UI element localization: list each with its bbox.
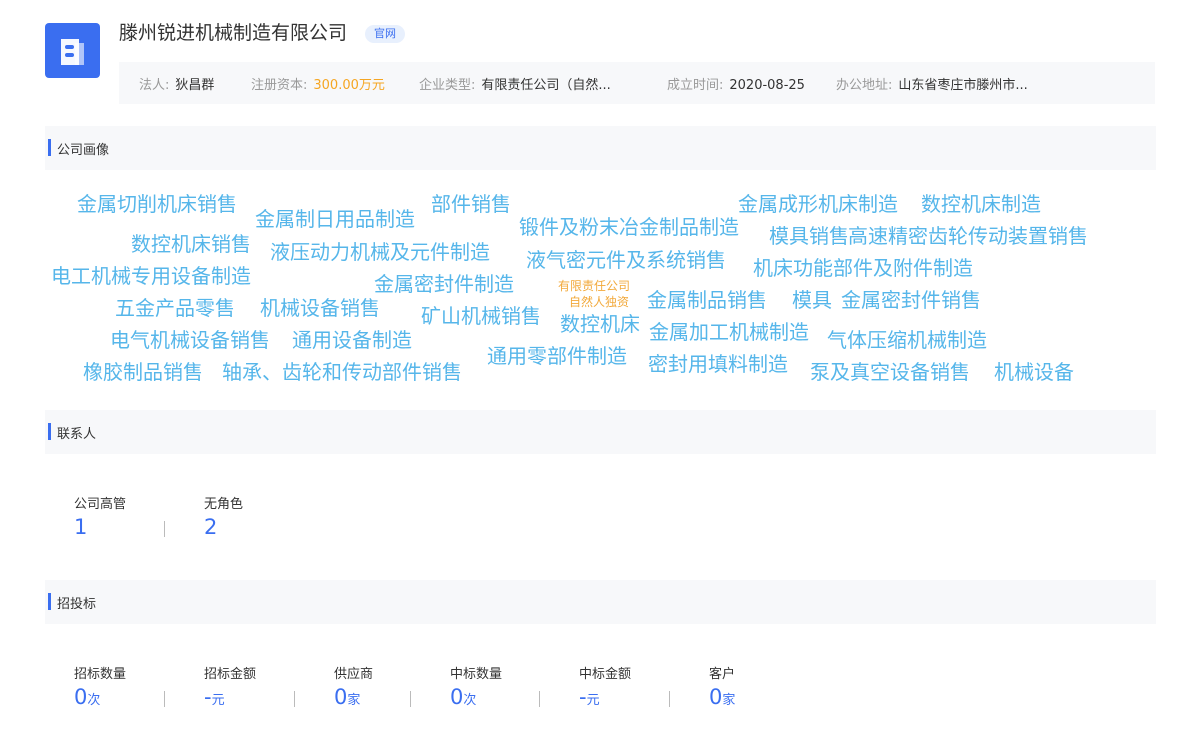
info-label: 办公地址: — [836, 78, 893, 93]
stat-unit: 家 — [722, 693, 736, 708]
cloud-word: 五金产品零售 — [115, 296, 235, 320]
divider — [164, 691, 165, 707]
stat-award-amount[interactable]: 中标金额 -元 — [579, 663, 631, 709]
divider — [294, 691, 295, 707]
stat-unit: 元 — [211, 693, 225, 708]
cloud-word: 液压动力机械及元件制造 — [270, 240, 490, 264]
stat-no-role[interactable]: 无角色 2 — [204, 493, 243, 539]
section-header-contacts: 联系人 — [45, 410, 1156, 454]
section-accent-bar — [48, 593, 51, 610]
stat-tender-amount[interactable]: 招标金额 -元 — [204, 663, 256, 709]
cloud-word-highlight: 有限责任公司 — [558, 279, 631, 293]
cloud-word: 金属切削机床销售 — [77, 192, 237, 216]
cloud-word: 金属成形机床制造 — [738, 192, 898, 216]
info-value: 有限责任公司（自然... — [481, 78, 611, 93]
stat-value: 0 — [709, 685, 723, 709]
info-value: 2020-08-25 — [729, 78, 805, 93]
cloud-word: 金属密封件制造 — [374, 272, 514, 296]
cloud-word: 锻件及粉末冶金制品制造 — [519, 215, 739, 239]
company-info-bar: 法人: 狄昌群 注册资本: 300.00万元 企业类型: 有限责任公司（自然... 成… — [119, 62, 1155, 104]
stat-label: 中标数量 — [450, 667, 503, 682]
stat-value: 0 — [334, 685, 348, 709]
stat-unit: 次 — [87, 693, 101, 708]
stat-label: 无角色 — [204, 497, 244, 512]
stat-tender-count[interactable]: 招标数量 0次 — [74, 663, 126, 709]
info-label: 成立时间: — [667, 78, 724, 93]
info-value: 山东省枣庄市滕州市... — [898, 78, 1028, 93]
stat-customers[interactable]: 客户 0家 — [709, 663, 735, 709]
company-name: 滕州锐进机械制造有限公司 — [119, 22, 348, 44]
cloud-word: 密封用填料制造 — [648, 352, 788, 376]
section-accent-bar — [48, 139, 51, 156]
info-label: 法人: — [139, 78, 170, 93]
stat-value: 2 — [204, 515, 218, 539]
stat-value: - — [579, 685, 587, 709]
info-company-type: 企业类型: 有限责任公司（自然... — [419, 74, 611, 93]
cloud-word: 气体压缩机械制造 — [827, 328, 987, 352]
official-site-badge[interactable]: 官网 — [365, 25, 405, 43]
info-registered-capital: 注册资本: 300.00万元 — [251, 74, 385, 93]
info-founded-date: 成立时间: 2020-08-25 — [667, 74, 805, 93]
stat-executives[interactable]: 公司高管 1 — [74, 493, 126, 539]
cloud-word: 模具 — [792, 288, 832, 312]
cloud-word: 金属制日用品制造 — [255, 207, 415, 231]
stat-label: 客户 — [709, 667, 736, 682]
legal-person-link[interactable]: 狄昌群 — [175, 78, 214, 93]
stat-unit: 家 — [347, 693, 361, 708]
section-title: 招投标 — [57, 597, 97, 612]
section-header-portrait: 公司画像 — [45, 126, 1156, 170]
cloud-word-highlight: 自然人独资 — [569, 295, 630, 309]
info-legal-person: 法人: 狄昌群 — [139, 74, 214, 93]
cloud-word: 金属制品销售 — [647, 288, 767, 312]
stat-award-count[interactable]: 中标数量 0次 — [450, 663, 502, 709]
divider — [539, 691, 540, 707]
cloud-word: 数控机床制造 — [921, 192, 1041, 216]
stat-unit: 次 — [463, 693, 477, 708]
info-label: 注册资本: — [251, 78, 308, 93]
cloud-word: 部件销售 — [431, 192, 511, 216]
cloud-word: 数控机床销售 — [131, 232, 251, 256]
cloud-word: 金属加工机械制造 — [649, 320, 809, 344]
cloud-word: 泵及真空设备销售 — [810, 360, 970, 384]
cloud-word: 模具销售 — [769, 224, 849, 248]
cloud-word: 金属密封件销售 — [841, 288, 981, 312]
info-label: 企业类型: — [419, 78, 476, 93]
cloud-word: 电工机械专用设备制造 — [51, 264, 251, 288]
cloud-word: 轴承、齿轮和传动部件销售 — [222, 360, 462, 384]
stat-label: 中标金额 — [579, 667, 632, 682]
cloud-word: 电气机械设备销售 — [110, 328, 270, 352]
stat-value: - — [204, 685, 212, 709]
cloud-word: 液气密元件及系统销售 — [526, 248, 726, 272]
cloud-word: 通用零部件制造 — [487, 344, 627, 368]
stat-value: 1 — [74, 515, 88, 539]
stat-label: 供应商 — [334, 667, 374, 682]
stat-label: 公司高管 — [74, 497, 127, 512]
stat-unit: 元 — [586, 693, 600, 708]
divider — [669, 691, 670, 707]
info-value: 300.00万元 — [313, 78, 385, 93]
cloud-word: 橡胶制品销售 — [83, 360, 203, 384]
cloud-word: 机械设备销售 — [260, 296, 380, 320]
cloud-word: 矿山机械销售 — [421, 304, 541, 328]
cloud-word: 机械设备 — [994, 360, 1074, 384]
info-office-address: 办公地址: 山东省枣庄市滕州市... — [836, 74, 1028, 93]
stat-label: 招标数量 — [74, 667, 127, 682]
stat-value: 0 — [74, 685, 88, 709]
cloud-word: 机床功能部件及附件制造 — [753, 256, 973, 280]
cloud-word: 高速精密齿轮传动装置销售 — [848, 224, 1088, 248]
cloud-word: 数控机床 — [560, 312, 640, 336]
building-icon — [61, 39, 84, 65]
stat-label: 招标金额 — [204, 667, 257, 682]
cloud-word: 通用设备制造 — [292, 328, 412, 352]
divider — [164, 521, 165, 537]
section-header-bidding: 招投标 — [45, 580, 1156, 624]
section-title: 公司画像 — [57, 143, 110, 158]
section-accent-bar — [48, 423, 51, 440]
divider — [410, 691, 411, 707]
stat-value: 0 — [450, 685, 464, 709]
company-logo — [45, 23, 100, 78]
stat-suppliers[interactable]: 供应商 0家 — [334, 663, 373, 709]
business-scope-word-cloud: 金属切削机床销售 金属制日用品制造 部件销售 金属成形机床制造 数控机床制造 锻… — [45, 180, 1156, 400]
section-title: 联系人 — [57, 427, 97, 442]
